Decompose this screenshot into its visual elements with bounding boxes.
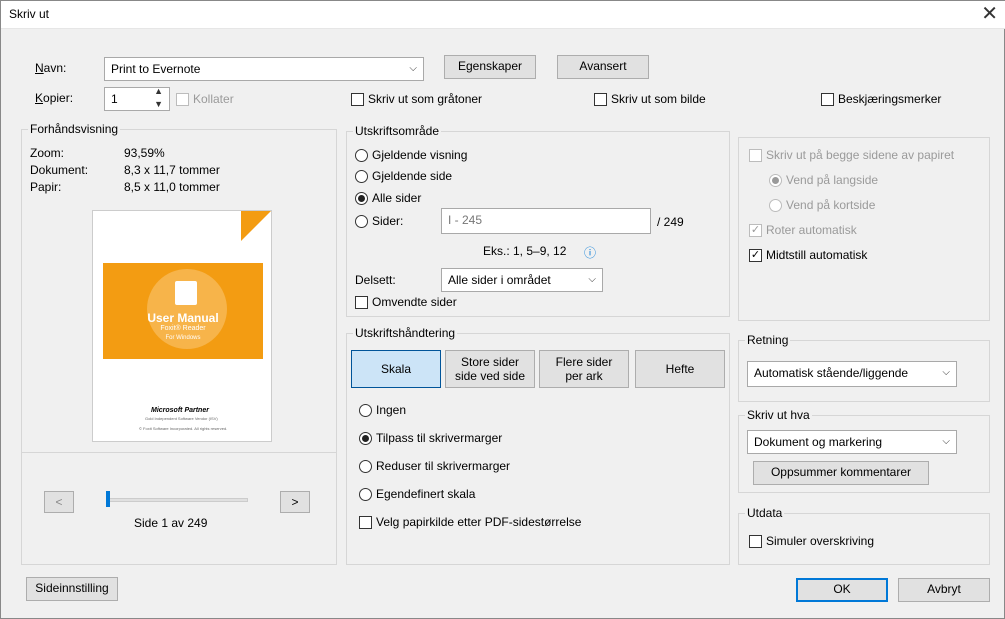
page-slider-thumb[interactable] (106, 491, 110, 507)
tab-poster[interactable]: Store sider side ved side (445, 350, 535, 388)
pages-total: / 249 (657, 215, 684, 229)
zoom-value: 93,59% (124, 146, 165, 160)
zoom-label: Zoom: (30, 146, 65, 160)
next-page-button[interactable]: > (280, 491, 310, 513)
properties-button[interactable]: Egenskaper (444, 55, 536, 79)
chevron-down-icon: ⌵ (588, 274, 596, 285)
thumb-subtitle: Foxit® Reader (160, 325, 206, 332)
print-handling-group: Utskriftshåndtering Skala Store sider sid… (346, 326, 730, 565)
page-corner-fold (241, 211, 271, 241)
copies-label: Kopier: (35, 91, 74, 105)
fit-margins-radio[interactable]: Tilpass til skrivermarger (359, 431, 502, 445)
reverse-pages-checkbox[interactable]: Omvendte sider (355, 295, 457, 309)
info-icon[interactable]: ⓘ (584, 244, 596, 261)
custom-scale-radio[interactable]: Egendefinert skala (359, 487, 475, 501)
all-pages-radio[interactable]: Alle sider (355, 191, 421, 205)
thumb-partner-sub: Gold Independent Software Vendor (ISV) (145, 416, 218, 421)
orientation-select-value: Automatisk stående/liggende (754, 366, 909, 380)
page-thumbnail: User Manual Foxit® Reader For Windows Mi… (92, 210, 272, 442)
preview-divider (22, 452, 336, 453)
pages-radio[interactable]: Sider: (355, 214, 403, 228)
printer-select[interactable]: Print to Evernote ⌵ (104, 57, 424, 81)
auto-rotate-checkbox[interactable]: ✓ Roter automatisk (749, 223, 857, 237)
long-edge-radio[interactable]: Vend på langside (769, 173, 878, 187)
page-setup-button[interactable]: Sideinnstilling (26, 577, 118, 601)
preview-title: Forhåndsvisning (28, 122, 121, 136)
duplex-group: Skriv ut på begge sidene av papiret Vend… (738, 137, 990, 321)
title-bar: Skriv ut ✕ (1, 1, 1005, 29)
thumb-title: User Manual (147, 311, 219, 325)
summarize-comments-button[interactable]: Oppsummer kommentarer (753, 461, 929, 485)
tab-booklet[interactable]: Hefte (635, 350, 725, 388)
subset-select-value: Alle sider i området (448, 273, 551, 287)
both-sides-checkbox[interactable]: Skriv ut på begge sidene av papiret (749, 148, 954, 162)
printer-select-value: Print to Evernote (111, 62, 201, 76)
copies-value: 1 (111, 92, 118, 106)
scale-none-radio[interactable]: Ingen (359, 403, 406, 417)
chevron-down-icon: ⌵ (942, 436, 950, 447)
cover-band: User Manual Foxit® Reader For Windows (103, 263, 263, 359)
cancel-button[interactable]: Avbryt (898, 578, 990, 602)
grayscale-checkbox[interactable]: Skriv ut som gråtoner (351, 92, 482, 106)
close-icon[interactable]: ✕ (981, 3, 998, 25)
dialog-title: Skriv ut (9, 7, 50, 21)
thumb-footer: © Foxit Software Incorporated. All right… (139, 426, 228, 431)
tab-scale[interactable]: Skala (351, 350, 441, 388)
page-indicator: Side 1 av 249 (134, 516, 208, 530)
thumb-subtitle2: For Windows (165, 335, 201, 341)
print-dialog: Skriv ut ✕ Navn: Print to Evernote ⌵ Ege… (0, 0, 1005, 619)
crop-marks-checkbox[interactable]: Beskjæringsmerker (821, 92, 941, 106)
chevron-down-icon: ⌵ (409, 63, 417, 74)
simulate-overprint-checkbox[interactable]: Simuler overskriving (749, 534, 874, 548)
collate-checkbox[interactable]: Kollater (176, 92, 234, 106)
stepper-arrows-icon[interactable]: ▲ ▼ (154, 85, 163, 111)
printer-name-label: Navn: (35, 61, 67, 75)
document-size-value: 8,3 x 11,7 tommer (124, 163, 220, 177)
what-to-print-title: Skriv ut hva (745, 408, 812, 422)
paper-source-checkbox[interactable]: Velg papirkilde etter PDF-sidestørrelse (359, 515, 581, 529)
thumb-partner: Microsoft Partner (151, 407, 209, 414)
short-edge-radio[interactable]: Vend på kortside (769, 198, 875, 212)
paper-label: Papir: (30, 180, 62, 194)
current-page-radio[interactable]: Gjeldende side (355, 169, 452, 183)
reduce-margins-radio[interactable]: Reduser til skrivermarger (359, 459, 510, 473)
auto-center-checkbox[interactable]: ✓ Midtstill automatisk (749, 248, 867, 262)
ok-button[interactable]: OK (796, 578, 888, 602)
what-to-print-value: Dokument og markering (754, 435, 883, 449)
orientation-group: Retning Automatisk stående/liggende ⌵ (738, 333, 990, 402)
paper-size-value: 8,5 x 11,0 tommer (124, 180, 220, 194)
print-range-title: Utskriftsområde (353, 124, 442, 138)
output-title: Utdata (745, 506, 785, 520)
subset-select[interactable]: Alle sider i området ⌵ (441, 268, 603, 292)
chevron-down-icon: ⌵ (942, 367, 950, 378)
page-slider-track[interactable] (106, 498, 248, 502)
print-range-group: Utskriftsområde Gjeldende visning Gjelde… (346, 124, 730, 317)
prev-page-button[interactable]: < (44, 491, 74, 513)
foxit-logo-icon (175, 281, 197, 305)
as-image-checkbox[interactable]: Skriv ut som bilde (594, 92, 706, 106)
tab-multiple[interactable]: Flere sider per ark (539, 350, 629, 388)
orientation-title: Retning (745, 333, 791, 347)
pages-example: Eks.: 1, 5–9, 12 (483, 244, 567, 258)
pages-input[interactable]: I - 245 (441, 208, 651, 234)
current-view-radio[interactable]: Gjeldende visning (355, 148, 467, 162)
copies-stepper[interactable]: 1 ▲ ▼ (104, 85, 170, 111)
orientation-select[interactable]: Automatisk stående/liggende ⌵ (747, 361, 957, 387)
subset-label: Delsett: (355, 273, 396, 287)
print-handling-title: Utskriftshåndtering (353, 326, 458, 340)
advanced-button[interactable]: Avansert (557, 55, 649, 79)
preview-group: Forhåndsvisning Zoom: 93,59% Dokument: 8… (21, 122, 337, 565)
what-to-print-group: Skriv ut hva Dokument og markering ⌵ Opp… (738, 408, 990, 493)
output-group: Utdata Simuler overskriving (738, 506, 990, 565)
what-to-print-select[interactable]: Dokument og markering ⌵ (747, 430, 957, 454)
document-label: Dokument: (30, 163, 89, 177)
